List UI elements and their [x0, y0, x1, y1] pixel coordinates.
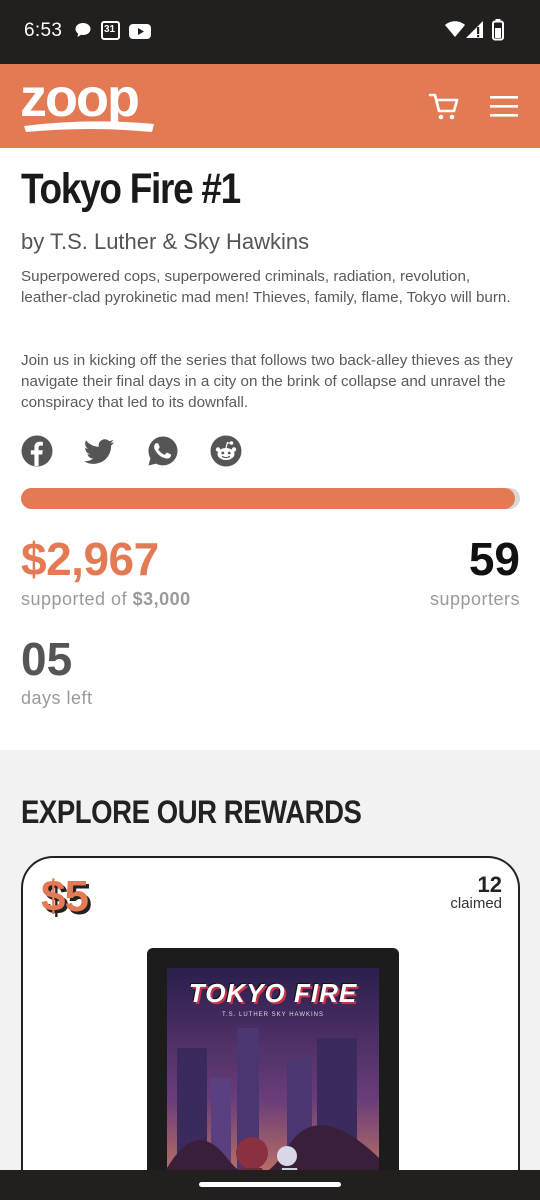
home-gesture-handle[interactable] — [199, 1182, 341, 1187]
campaign-byline: by T.S. Luther & Sky Hawkins — [21, 229, 310, 254]
wifi-icon — [445, 21, 465, 37]
whatsapp-icon[interactable] — [147, 435, 179, 467]
funding-progress-fill — [21, 488, 515, 509]
campaign-title: Tokyo Fire #1 — [21, 165, 241, 213]
chat-bubble-icon — [75, 23, 91, 37]
twitter-icon[interactable] — [83, 435, 115, 467]
app-header: zoop — [0, 64, 540, 148]
status-time: 6:53 — [24, 20, 63, 41]
hamburger-menu-icon[interactable] — [490, 94, 518, 118]
calendar-day: 31 — [104, 24, 116, 35]
comic-cover-credits: T.S. LUTHER SKY HAWKINS — [221, 1012, 325, 1018]
funding-progress-bar — [21, 488, 520, 509]
supported-of-label: supported of — [21, 589, 128, 609]
reward-card[interactable]: $5 12 claimed TOKYO FIRE T.S. LUTHER SKY… — [21, 856, 520, 1186]
facebook-icon[interactable] — [21, 435, 53, 467]
funding-goal: $3,000 — [132, 589, 191, 609]
amount-raised: $2,967 — [21, 533, 159, 585]
comic-cover-title: TOKYO FIRE — [188, 978, 358, 1008]
system-nav-bar — [0, 1170, 540, 1200]
cart-icon[interactable] — [428, 90, 460, 122]
description-paragraph: Superpowered cops, superpowered criminal… — [21, 268, 511, 306]
reward-price: $5 — [41, 872, 89, 921]
logo-text: zoop — [20, 74, 138, 128]
rewards-section: EXPLORE OUR REWARDS $5 12 claimed TOKYO … — [0, 750, 540, 1186]
funding-goal-text: supported of $3,000 — [21, 589, 191, 610]
description-paragraph: Join us in kicking off the series that f… — [21, 352, 513, 411]
rewards-heading: EXPLORE OUR REWARDS — [21, 794, 362, 830]
supporters-count: 59 — [468, 533, 520, 585]
battery-icon — [492, 19, 504, 41]
days-left-label: days left — [21, 688, 93, 708]
days-left-count: 05 — [21, 633, 73, 685]
calendar-icon: 31 — [101, 21, 120, 40]
tablet-mockup: TOKYO FIRE T.S. LUTHER SKY HAWKINS — [147, 948, 399, 1186]
reddit-icon[interactable] — [210, 435, 242, 467]
status-bar: 6:53 31 — [0, 0, 540, 64]
comic-cover-image: TOKYO FIRE T.S. LUTHER SKY HAWKINS — [167, 968, 379, 1186]
supporters-label: supporters — [429, 589, 520, 609]
youtube-icon — [129, 24, 151, 39]
reward-claimed-label: claimed — [450, 895, 502, 912]
zoop-logo[interactable]: zoop — [20, 68, 160, 141]
signal-icon — [466, 21, 483, 38]
